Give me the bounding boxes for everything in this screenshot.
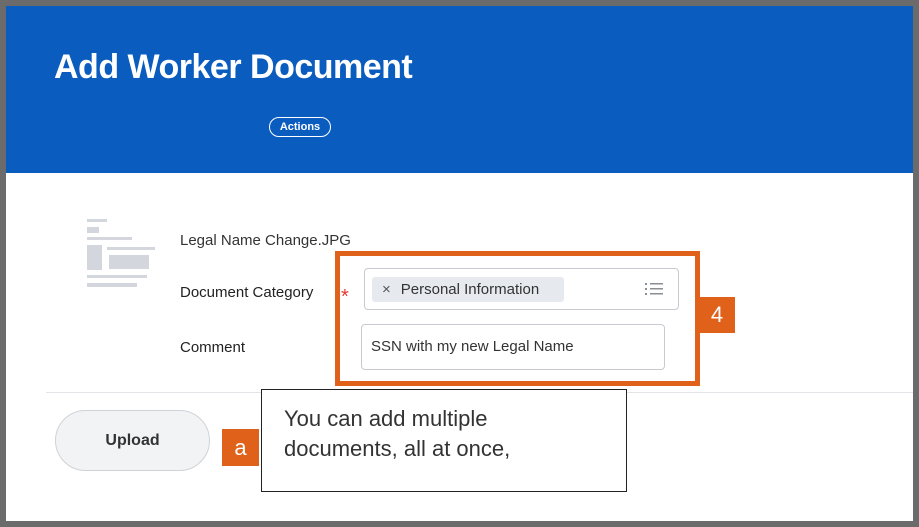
document-file-name: Legal Name Change.JPG [180, 232, 351, 249]
callout-text-line-1: You can add multiple [284, 406, 488, 431]
document-thumbnail [79, 217, 159, 297]
document-category-label: Document Category [180, 284, 314, 301]
upload-button[interactable]: Upload [55, 410, 210, 471]
callout-text-line-2: documents, all at once, [284, 436, 511, 461]
page-title: Add Worker Document [54, 48, 413, 86]
step-badge: 4 [699, 297, 735, 333]
page-header: Add Worker Document Actions [6, 6, 913, 173]
callout-box: You can add multiple documents, all at o… [261, 389, 627, 492]
actions-button[interactable]: Actions [269, 117, 331, 137]
callout-badge: a [222, 429, 259, 466]
app-window: Add Worker Document Actions Legal Name C… [6, 6, 913, 521]
comment-label: Comment [180, 339, 246, 356]
highlight-box [335, 251, 700, 386]
